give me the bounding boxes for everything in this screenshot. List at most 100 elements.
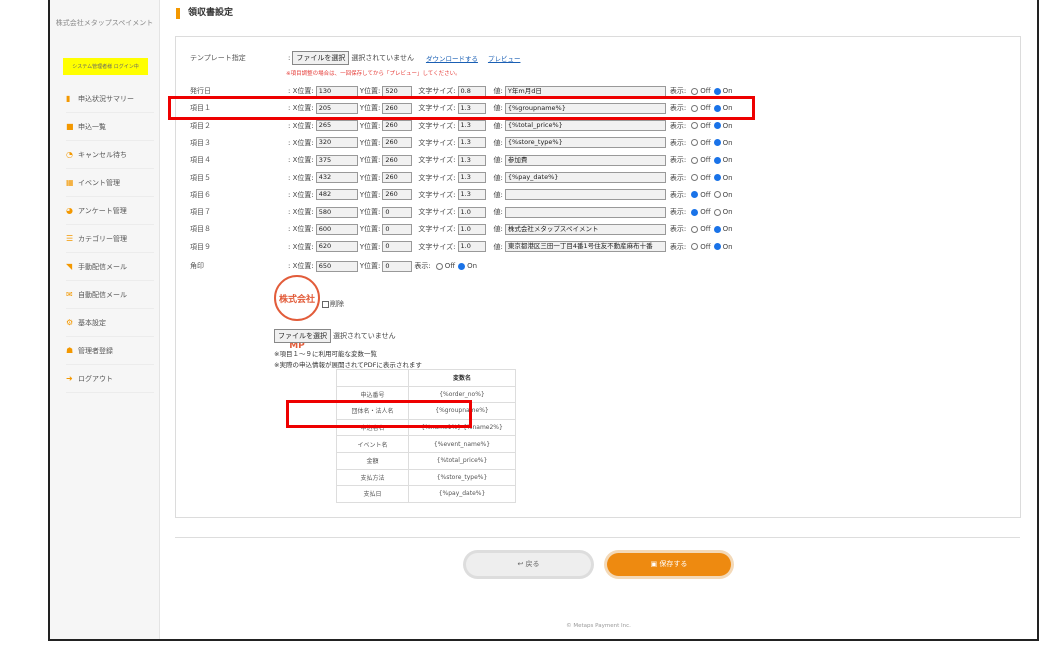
value-input[interactable] — [504, 189, 666, 201]
font-size-input[interactable]: 1.3 — [457, 172, 486, 183]
x-position-input[interactable]: 265 — [315, 120, 358, 132]
variable-name: {%store_type%} — [408, 468, 516, 487]
display-on-radio[interactable] — [713, 139, 721, 147]
sidebar-item-label: 管理者登録 — [78, 347, 113, 355]
gears-icon: ⚙ — [66, 318, 74, 327]
sidebar-item-8[interactable]: ⚙ 基本設定 — [66, 309, 154, 337]
font-size-input[interactable]: 1.3 — [457, 189, 486, 201]
save-button[interactable]: ▣ 保存する — [607, 553, 731, 576]
stamp-file-button[interactable]: ファイルを選択 — [274, 329, 331, 343]
stamp-y-input[interactable]: 0 — [382, 260, 413, 272]
template-file-button[interactable]: ファイルを選択 — [292, 51, 350, 65]
bar-chart-icon: ▮ — [66, 94, 71, 103]
sidebar-item-6[interactable]: ◥ 手動配信メール — [66, 253, 154, 281]
field-row: 項目２: X位置: 265 Y位置: 260 文字サイズ: 1.3 値: {%total_pr… — [190, 120, 733, 132]
display-on-radio[interactable] — [713, 87, 721, 95]
sidebar-item-label: アンケート管理 — [78, 207, 127, 215]
y-position-input[interactable]: 0 — [382, 206, 413, 218]
x-position-input[interactable]: 130 — [315, 85, 358, 97]
display-off-radio[interactable] — [691, 139, 699, 147]
back-button[interactable]: ↩ 戻る — [466, 553, 591, 576]
value-input[interactable]: 参加費 — [504, 154, 666, 166]
display-off-radio[interactable] — [691, 208, 699, 216]
y-position-input[interactable]: 260 — [382, 172, 413, 183]
display-off-radio[interactable] — [691, 87, 699, 95]
stamp-x-input[interactable]: 650 — [315, 260, 358, 272]
value-input[interactable]: 東京都港区三田一丁目4番1号住友不動産麻布十番 — [504, 241, 666, 253]
font-size-input[interactable]: 0.8 — [457, 85, 486, 97]
envelope-icon: ✉ — [66, 290, 73, 299]
sidebar-item-5[interactable]: ☰ カテゴリー管理 — [66, 225, 154, 253]
preview-link[interactable]: プレビュー — [488, 53, 521, 63]
sidebar: 株式会社メタップスペイメント システム管理者様 ログイン中 ▮ 申込状況サマリー ■… — [50, 0, 160, 639]
display-on-radio[interactable] — [713, 122, 721, 130]
x-position-input[interactable]: 482 — [315, 189, 358, 201]
font-size-input[interactable]: 1.3 — [457, 120, 486, 132]
y-position-input[interactable]: 260 — [382, 189, 413, 201]
display-on-radio[interactable] — [713, 225, 721, 233]
display-off-radio[interactable] — [691, 156, 699, 164]
value-input[interactable]: Y年m月d日 — [504, 85, 666, 97]
sidebar-item-10[interactable]: ➜ ログアウト — [66, 365, 154, 393]
template-file-status: 選択されていません — [351, 54, 414, 62]
sidebar-item-0[interactable]: ▮ 申込状況サマリー — [66, 85, 154, 113]
x-position-input[interactable]: 432 — [315, 172, 358, 183]
display-on-radio[interactable] — [713, 156, 721, 164]
display-on-radio[interactable] — [713, 191, 721, 199]
sidebar-item-label: 申込一覧 — [78, 123, 106, 131]
download-link[interactable]: ダウンロードする — [426, 53, 478, 63]
x-position-input[interactable]: 375 — [315, 154, 358, 166]
y-position-input[interactable]: 520 — [382, 85, 413, 97]
stamp-on-radio[interactable] — [458, 262, 466, 270]
delete-stamp-checkbox[interactable] — [322, 300, 329, 308]
display-on-radio[interactable] — [713, 243, 721, 251]
field-label: 発行日 — [190, 87, 211, 95]
value-input[interactable]: {%total_price%} — [504, 120, 666, 132]
font-size-input[interactable]: 1.3 — [457, 154, 486, 166]
variable-name: {%pay_date%} — [408, 485, 516, 503]
sidebar-item-label: キャンセル待ち — [78, 151, 127, 159]
y-position-input[interactable]: 260 — [382, 120, 413, 132]
pie-chart-icon: ◕ — [66, 206, 73, 215]
display-off-radio[interactable] — [691, 225, 699, 233]
value-input[interactable]: {%store_type%} — [504, 137, 666, 149]
field-label: 項目２ — [190, 121, 211, 130]
font-size-input[interactable]: 1.0 — [457, 206, 486, 218]
sidebar-item-9[interactable]: ☗ 管理者登録 — [66, 337, 154, 365]
sidebar-item-1[interactable]: ■ 申込一覧 — [66, 113, 154, 141]
y-position-input[interactable]: 0 — [382, 223, 413, 235]
stamp-off-radio[interactable] — [435, 262, 443, 270]
font-size-input[interactable]: 1.0 — [457, 223, 486, 235]
value-input[interactable]: {%pay_date%} — [504, 172, 666, 183]
back-arrow-icon: ↩ — [517, 560, 526, 568]
font-size-input[interactable]: 1.0 — [457, 241, 486, 253]
display-off-radio[interactable] — [691, 174, 699, 181]
display-on-radio[interactable] — [713, 208, 721, 216]
y-position-input[interactable]: 260 — [382, 137, 413, 149]
value-input[interactable] — [504, 206, 666, 218]
display-off-radio[interactable] — [691, 122, 699, 130]
field-label: 項目８ — [190, 225, 211, 234]
display-off-radio[interactable] — [691, 191, 699, 199]
y-position-input[interactable]: 260 — [382, 154, 413, 166]
field-row: 項目４: X位置: 375 Y位置: 260 文字サイズ: 1.3 値: 参加費 表示: Off O… — [190, 154, 733, 166]
font-size-input[interactable]: 1.3 — [457, 137, 486, 149]
table-row: 金額 {%total_price%} — [336, 451, 516, 470]
x-position-input[interactable]: 320 — [315, 137, 358, 149]
value-input[interactable]: 株式会社メタップスペイメント — [504, 223, 666, 235]
display-on-radio[interactable] — [713, 174, 721, 181]
x-position-input[interactable]: 580 — [315, 206, 358, 218]
y-position-input[interactable]: 0 — [382, 241, 413, 253]
field-label: 項目５ — [190, 173, 211, 182]
display-off-radio[interactable] — [691, 243, 699, 251]
x-position-input[interactable]: 600 — [315, 223, 358, 235]
sidebar-item-7[interactable]: ✉ 自動配信メール — [66, 281, 154, 309]
sidebar-item-4[interactable]: ◕ アンケート管理 — [66, 197, 154, 225]
sidebar-item-2[interactable]: ◔ キャンセル待ち — [66, 141, 154, 169]
app-frame: 株式会社メタップスペイメント システム管理者様 ログイン中 ▮ 申込状況サマリー ■… — [48, 0, 1039, 641]
x-position-input[interactable]: 620 — [315, 241, 358, 253]
main-content: 領収書設定 テンプレート指定 : ファイルを選択 選択されていません ダウンロー… — [160, 0, 1037, 639]
sidebar-item-3[interactable]: ▦ イベント管理 — [66, 169, 154, 197]
field-label: 項目６ — [190, 190, 211, 199]
sidebar-item-label: 自動配信メール — [78, 291, 127, 299]
